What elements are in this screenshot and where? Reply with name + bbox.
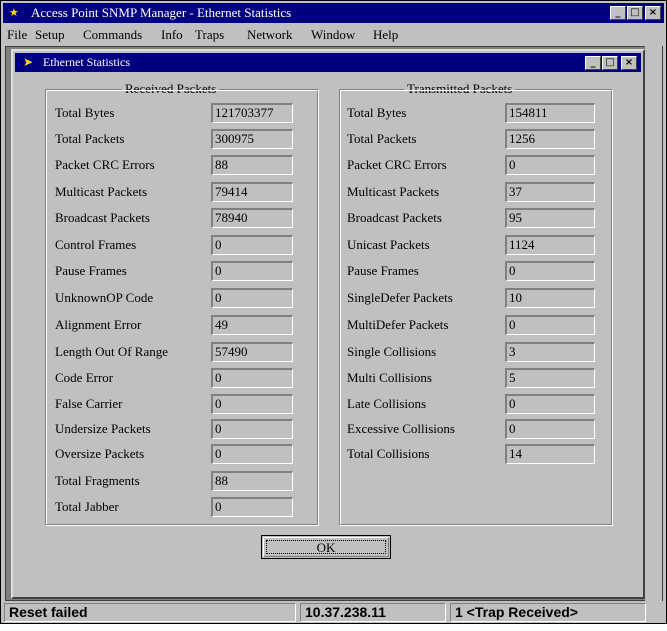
received-control-frames-field[interactable]: 0 <box>211 235 293 255</box>
transmitted-packets-title: Transmitted Packets <box>404 81 516 97</box>
received-false-carrier-field[interactable]: 0 <box>211 394 293 414</box>
child-maximize-button[interactable]: □ <box>602 56 618 70</box>
ok-button[interactable]: OK <box>261 535 391 559</box>
received-packet-crc-errors-label: Packet CRC Errors <box>55 157 155 172</box>
received-oversize-packets-field[interactable]: 0 <box>211 444 293 464</box>
transmitted-packet-crc-errors-field[interactable]: 0 <box>505 155 595 175</box>
maximize-button[interactable]: □ <box>627 6 643 20</box>
ok-button-label: OK <box>266 540 386 554</box>
transmitted-multidefer-packets-label: MultiDefer Packets <box>347 317 449 332</box>
minimize-button[interactable]: _ <box>610 6 626 20</box>
menu-file[interactable]: File <box>7 27 27 43</box>
received-total-fragments-label: Total Fragments <box>55 473 140 488</box>
child-minimize-button[interactable]: _ <box>585 56 601 70</box>
transmitted-total-collisions-field[interactable]: 14 <box>505 444 595 464</box>
menu-traps[interactable]: Traps <box>195 27 224 43</box>
received-total-packets-label: Total Packets <box>55 131 125 146</box>
child-window-title: Ethernet Statistics <box>43 55 130 69</box>
received-unknownop-code-label: UnknownOP Code <box>55 290 154 305</box>
transmitted-single-collisions-label: Single Collisions <box>347 344 437 359</box>
transmitted-multicast-packets-field[interactable]: 37 <box>505 182 595 202</box>
received-total-bytes-field[interactable]: 121703377 <box>211 103 293 123</box>
received-broadcast-packets-field[interactable]: 78940 <box>211 208 293 228</box>
transmitted-broadcast-packets-label: Broadcast Packets <box>347 210 442 225</box>
menu-bar: File Setup Commands Info Traps Network W… <box>3 25 664 45</box>
menu-window[interactable]: Window <box>311 27 355 43</box>
received-undersize-packets-field[interactable]: 0 <box>211 419 293 439</box>
received-code-error-label: Code Error <box>55 370 114 385</box>
received-multicast-packets-label: Multicast Packets <box>55 184 148 199</box>
vertical-scrollbar[interactable] <box>645 45 662 601</box>
received-total-jabber-field[interactable]: 0 <box>211 497 293 517</box>
transmitted-unicast-packets-label: Unicast Packets <box>347 237 430 252</box>
transmitted-total-bytes-label: Total Bytes <box>347 105 407 120</box>
status-message: Reset failed <box>4 603 296 622</box>
title-bar[interactable]: ★ Access Point SNMP Manager - Ethernet S… <box>3 3 664 23</box>
status-traps: 1 <Trap Received> <box>450 603 646 622</box>
received-pause-frames-label: Pause Frames <box>55 263 127 278</box>
lightning-icon: ➤ <box>23 55 34 69</box>
transmitted-excessive-collisions-field[interactable]: 0 <box>505 419 595 439</box>
child-title-bar[interactable]: ➤ Ethernet Statistics _ □ × <box>15 53 641 72</box>
close-button[interactable]: × <box>645 6 661 20</box>
transmitted-unicast-packets-field[interactable]: 1124 <box>505 235 595 255</box>
received-control-frames-label: Control Frames <box>55 237 137 252</box>
transmitted-multicast-packets-label: Multicast Packets <box>347 184 440 199</box>
received-multicast-packets-field[interactable]: 79414 <box>211 182 293 202</box>
received-packets-title: Received Packets <box>122 81 220 97</box>
transmitted-pause-frames-label: Pause Frames <box>347 263 419 278</box>
menu-network[interactable]: Network <box>247 27 293 43</box>
transmitted-total-packets-field[interactable]: 1256 <box>505 129 595 149</box>
app-icon: ★ <box>9 7 19 19</box>
menu-commands[interactable]: Commands <box>83 27 142 43</box>
received-alignment-error-field[interactable]: 49 <box>211 315 293 335</box>
child-close-button[interactable]: × <box>621 56 637 70</box>
transmitted-multidefer-packets-field[interactable]: 0 <box>505 315 595 335</box>
received-total-packets-field[interactable]: 300975 <box>211 129 293 149</box>
menu-info[interactable]: Info <box>161 27 183 43</box>
received-code-error-field[interactable]: 0 <box>211 368 293 388</box>
received-broadcast-packets-label: Broadcast Packets <box>55 210 150 225</box>
transmitted-singledefer-packets-label: SingleDefer Packets <box>347 290 453 305</box>
transmitted-broadcast-packets-field[interactable]: 95 <box>505 208 595 228</box>
received-total-jabber-label: Total Jabber <box>55 499 119 514</box>
received-pause-frames-field[interactable]: 0 <box>211 261 293 281</box>
menu-help[interactable]: Help <box>373 27 398 43</box>
transmitted-late-collisions-field[interactable]: 0 <box>505 394 595 414</box>
transmitted-packet-crc-errors-label: Packet CRC Errors <box>347 157 447 172</box>
received-total-bytes-label: Total Bytes <box>55 105 115 120</box>
status-ip-address: 10.37.238.11 <box>300 603 446 622</box>
received-unknownop-code-field[interactable]: 0 <box>211 288 293 308</box>
transmitted-total-collisions-label: Total Collisions <box>347 446 430 461</box>
transmitted-total-packets-label: Total Packets <box>347 131 417 146</box>
received-false-carrier-label: False Carrier <box>55 396 123 411</box>
menu-setup[interactable]: Setup <box>35 27 65 43</box>
transmitted-excessive-collisions-label: Excessive Collisions <box>347 421 455 436</box>
transmitted-late-collisions-label: Late Collisions <box>347 396 427 411</box>
received-length-out-of-range-label: Length Out Of Range <box>55 344 169 359</box>
transmitted-multi-collisions-label: Multi Collisions <box>347 370 432 385</box>
received-length-out-of-range-field[interactable]: 57490 <box>211 342 293 362</box>
window-title: Access Point SNMP Manager - Ethernet Sta… <box>31 5 292 20</box>
main-window: ★ Access Point SNMP Manager - Ethernet S… <box>0 0 667 624</box>
received-alignment-error-label: Alignment Error <box>55 317 142 332</box>
received-total-fragments-field[interactable]: 88 <box>211 471 293 491</box>
transmitted-multi-collisions-field[interactable]: 5 <box>505 368 595 388</box>
received-packet-crc-errors-field[interactable]: 88 <box>211 155 293 175</box>
transmitted-pause-frames-field[interactable]: 0 <box>505 261 595 281</box>
received-oversize-packets-label: Oversize Packets <box>55 446 145 461</box>
ethernet-statistics-window: ➤ Ethernet Statistics _ □ × Received Pac… <box>11 49 645 599</box>
transmitted-total-bytes-field[interactable]: 154811 <box>505 103 595 123</box>
received-undersize-packets-label: Undersize Packets <box>55 421 151 436</box>
transmitted-single-collisions-field[interactable]: 3 <box>505 342 595 362</box>
transmitted-singledefer-packets-field[interactable]: 10 <box>505 288 595 308</box>
